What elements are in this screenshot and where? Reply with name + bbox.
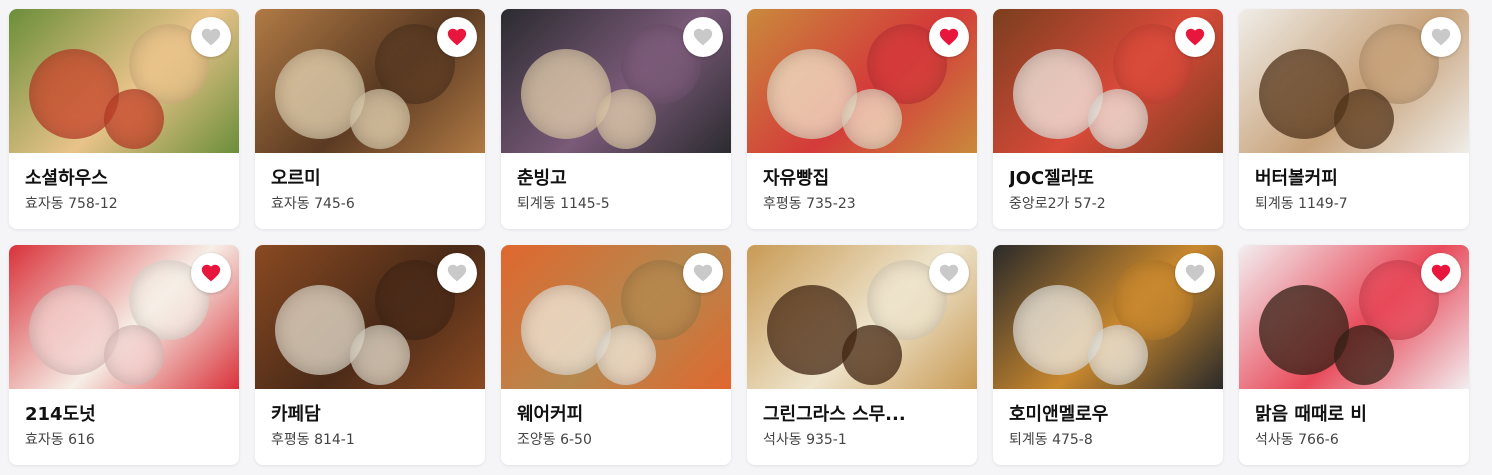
favorite-button[interactable] <box>1175 253 1215 293</box>
favorite-button[interactable] <box>683 17 723 57</box>
coffee-cake-photo <box>1239 9 1469 153</box>
favorite-button[interactable] <box>1421 17 1461 57</box>
favorite-button[interactable] <box>929 253 969 293</box>
cafe-card[interactable]: 자유빵집후평동 735-23 <box>747 9 977 229</box>
cafe-address: 퇴계동 1149-7 <box>1255 196 1348 212</box>
dessert-tray-photo <box>255 245 485 389</box>
cafe-name: 웨어커피 <box>517 404 584 425</box>
photo-detail <box>1088 89 1148 149</box>
cafe-card[interactable]: 소셜하우스효자동 758-12 <box>9 9 239 229</box>
pastry-display-photo <box>255 9 485 153</box>
cafe-card[interactable]: 버터볼커피퇴계동 1149-7 <box>1239 9 1469 229</box>
photo-detail <box>104 325 164 385</box>
card-info: 214도넛효자동 616 <box>9 389 239 450</box>
card-info: 버터볼커피퇴계동 1149-7 <box>1239 153 1469 214</box>
photo-detail <box>596 325 656 385</box>
cafe-address: 효자동 745-6 <box>271 196 355 212</box>
cafe-card[interactable]: 맑음 때때로 비석사동 766-6 <box>1239 245 1469 465</box>
cafe-address: 효자동 758-12 <box>25 196 118 212</box>
photo-detail <box>1088 325 1148 385</box>
creme-brulee-photo <box>993 245 1223 389</box>
heart-icon <box>1185 264 1205 282</box>
heart-icon <box>693 28 713 46</box>
cafe-name: 카페담 <box>271 404 321 425</box>
cafe-card[interactable]: 카페담후평동 814-1 <box>255 245 485 465</box>
cafe-name: 소셜하우스 <box>25 168 108 189</box>
cafe-card[interactable]: 그린그라스 스무... 석사동 935-1 <box>747 245 977 465</box>
card-info: 자유빵집후평동 735-23 <box>747 153 977 214</box>
photo-detail <box>596 89 656 149</box>
card-info: 오르미효자동 745-6 <box>255 153 485 214</box>
favorite-button[interactable] <box>929 17 969 57</box>
salad-bacon-photo <box>9 9 239 153</box>
heart-icon <box>201 28 221 46</box>
cafe-address: 후평동 814-1 <box>271 432 355 448</box>
photo-detail <box>1334 89 1394 149</box>
bread-coffee-photo <box>501 245 731 389</box>
photo-detail <box>350 325 410 385</box>
card-info: 춘빙고퇴계동 1145-5 <box>501 153 731 214</box>
cafe-address: 석사동 935-1 <box>763 432 847 448</box>
favorite-button[interactable] <box>191 253 231 293</box>
card-info: 소셜하우스효자동 758-12 <box>9 153 239 214</box>
favorite-button[interactable] <box>191 17 231 57</box>
cafe-address: 효자동 616 <box>25 432 95 448</box>
favorite-button[interactable] <box>437 253 477 293</box>
cafe-name: 버터볼커피 <box>1255 168 1338 189</box>
cafe-name: 자유빵집 <box>763 168 830 189</box>
cafe-name: 214도넛 <box>25 404 96 425</box>
cafe-card[interactable]: 214도넛효자동 616 <box>9 245 239 465</box>
cafe-name: 맑음 때때로 비 <box>1255 404 1367 425</box>
favorite-button[interactable] <box>1175 17 1215 57</box>
cafe-name: 그린그라스 스무... <box>763 404 906 425</box>
heart-icon <box>939 264 959 282</box>
heart-icon <box>693 264 713 282</box>
cafe-address: 후평동 735-23 <box>763 196 856 212</box>
cafe-card-grid: 소셜하우스효자동 758-12 오르미효자동 745-6 춘빙고퇴계동 1145-5… <box>9 9 1469 465</box>
heart-icon <box>1185 28 1205 46</box>
strawberry-croissant-photo <box>747 9 977 153</box>
cafe-address: 조양동 6-50 <box>517 432 592 448</box>
heart-icon <box>447 28 467 46</box>
card-info: 웨어커피조양동 6-50 <box>501 389 731 450</box>
heart-icon <box>1431 264 1451 282</box>
cafe-name: 오르미 <box>271 168 321 189</box>
photo-detail <box>350 89 410 149</box>
heart-icon <box>939 28 959 46</box>
cafe-name: JOC젤라또 <box>1009 168 1094 189</box>
donut-milkshake-photo <box>9 245 239 389</box>
cafe-name: 춘빙고 <box>517 168 567 189</box>
card-info: 카페담후평동 814-1 <box>255 389 485 450</box>
heart-icon <box>201 264 221 282</box>
favorite-button[interactable] <box>683 253 723 293</box>
photo-detail <box>104 89 164 149</box>
cafe-card[interactable]: 호미앤멜로우퇴계동 475-8 <box>993 245 1223 465</box>
card-info: 맑음 때때로 비석사동 766-6 <box>1239 389 1469 450</box>
chocolate-cake-photo <box>1239 245 1469 389</box>
cafe-card[interactable]: 웨어커피조양동 6-50 <box>501 245 731 465</box>
cafe-address: 퇴계동 475-8 <box>1009 432 1093 448</box>
card-info: 호미앤멜로우퇴계동 475-8 <box>993 389 1223 450</box>
favorite-button[interactable] <box>437 17 477 57</box>
photo-detail <box>842 325 902 385</box>
bingsu-photo <box>501 9 731 153</box>
gelato-cup-photo <box>993 9 1223 153</box>
cafe-card[interactable]: 춘빙고퇴계동 1145-5 <box>501 9 731 229</box>
cafe-address: 중앙로2가 57-2 <box>1009 196 1106 212</box>
card-info: JOC젤라또중앙로2가 57-2 <box>993 153 1223 214</box>
cafe-card[interactable]: JOC젤라또중앙로2가 57-2 <box>993 9 1223 229</box>
card-info: 그린그라스 스무... 석사동 935-1 <box>747 389 977 450</box>
cafe-address: 퇴계동 1145-5 <box>517 196 610 212</box>
iced-coffee-photo <box>747 245 977 389</box>
heart-icon <box>1431 28 1451 46</box>
cafe-name: 호미앤멜로우 <box>1009 404 1109 425</box>
photo-detail <box>1334 325 1394 385</box>
cafe-card[interactable]: 오르미효자동 745-6 <box>255 9 485 229</box>
cafe-address: 석사동 766-6 <box>1255 432 1339 448</box>
photo-detail <box>842 89 902 149</box>
favorite-button[interactable] <box>1421 253 1461 293</box>
heart-icon <box>447 264 467 282</box>
